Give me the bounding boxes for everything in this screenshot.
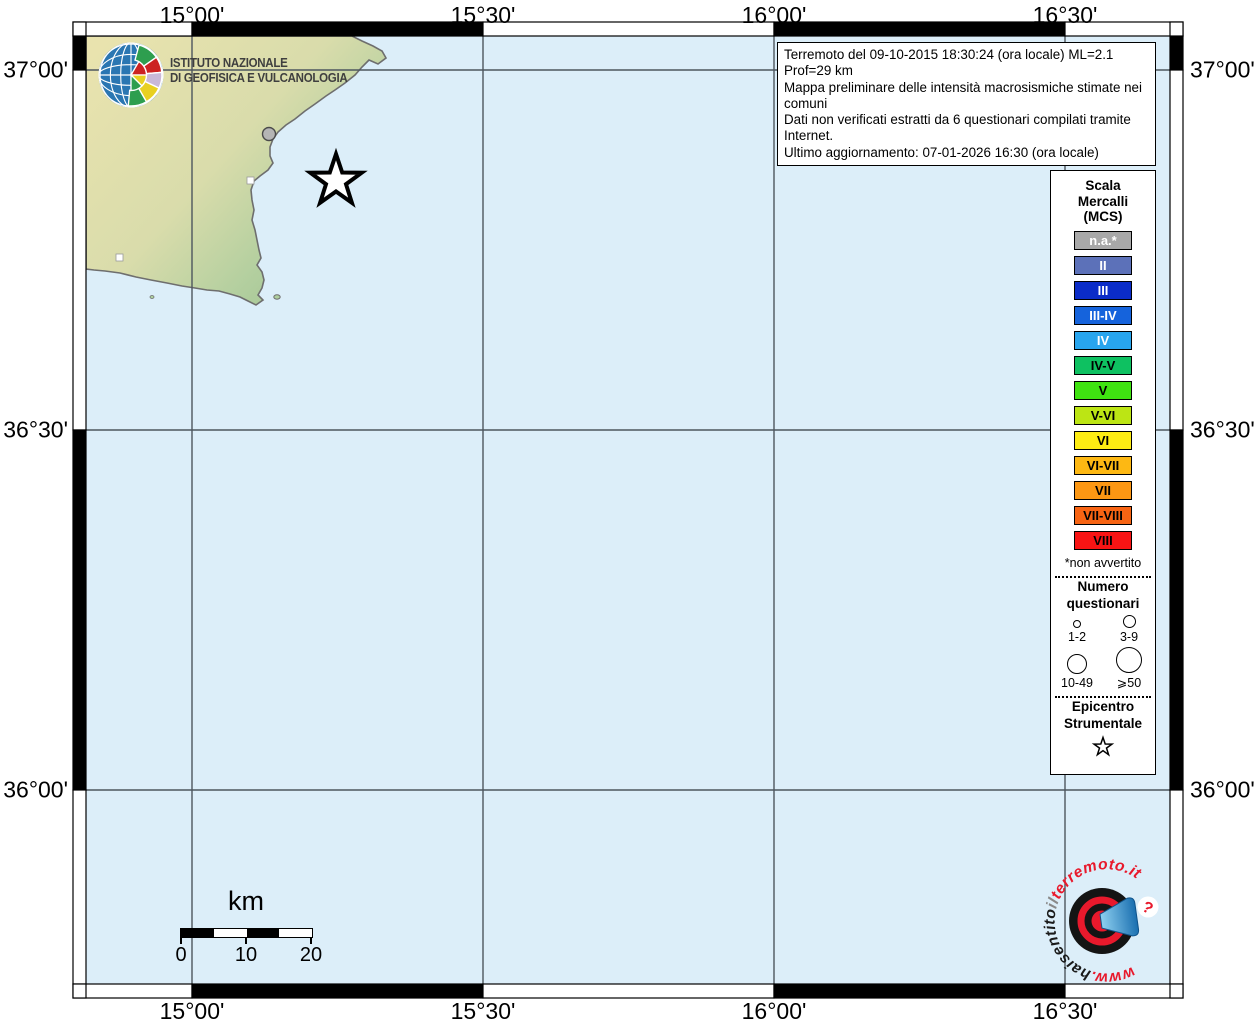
legend-intensity-chip: III-IV <box>1074 305 1132 325</box>
town-marker <box>115 253 124 262</box>
legend-intensity-chip: VII <box>1074 480 1132 500</box>
questionnaire-size-item: 3-9 <box>1103 614 1155 644</box>
chip-label: V <box>1098 382 1108 398</box>
scalebar-tick <box>310 937 312 944</box>
questionnaire-title-line: Numero <box>1077 578 1129 594</box>
scalebar-segment <box>213 929 247 937</box>
epicenter-title-line: Epicentro <box>1071 698 1135 714</box>
size-label: 3-9 <box>1119 629 1139 644</box>
chip-label: VIII <box>1093 532 1113 548</box>
legend-title-line: Mercalli <box>1077 193 1129 209</box>
scalebar-segment <box>279 929 312 937</box>
chip-label: IV <box>1096 332 1110 348</box>
epicenter-star-legend-icon <box>1091 734 1115 757</box>
chip-label: III-IV <box>1089 307 1117 323</box>
info-line-updated: Ultimo aggiornamento: 07-01-2026 16:30 (… <box>784 144 1099 160</box>
lat-label-right-2: 36°00' <box>1190 776 1254 803</box>
lon-label-top-1: 15°30' <box>450 2 516 28</box>
questionnaire-size-row: 1-2 3-9 <box>1051 614 1155 644</box>
size-circle-icon <box>1122 614 1136 628</box>
ingv-name-line1: ISTITUTO NAZIONALE <box>170 56 288 70</box>
scalebar-tick-label: 0 <box>175 944 187 966</box>
legend-intensity-chip: VI <box>1074 430 1132 450</box>
size-circle-icon <box>1067 653 1087 674</box>
legend-title: Scala Mercalli (MCS) <box>1051 178 1155 225</box>
questionnaire-size-item: ⩾50 <box>1103 646 1155 690</box>
legend-intensity-chip: V-VI <box>1074 405 1132 425</box>
chip-label: VI <box>1096 432 1110 448</box>
lat-label-right-1: 36°30' <box>1190 416 1254 443</box>
town-marker <box>246 176 255 185</box>
legend-title-line: Scala <box>1085 178 1121 193</box>
legend-intensity-chip: n.a.* <box>1074 230 1132 250</box>
info-line-map: Mappa preliminare delle intensità macros… <box>784 79 1142 111</box>
size-label: 1-2 <box>1067 629 1087 644</box>
lat-label-left-2: 36°00' <box>3 776 68 803</box>
islet <box>273 294 281 300</box>
lat-label-left-0: 37°00' <box>3 56 68 83</box>
chip-label: II <box>1099 257 1107 273</box>
legend-intensity-chip: II <box>1074 255 1132 275</box>
legend-intensity-chip: V <box>1074 380 1132 400</box>
islet-small <box>149 295 155 299</box>
lon-label-bottom-1: 15°30' <box>450 998 516 1024</box>
legend-intensity-chip: VIII <box>1074 530 1132 550</box>
info-line-data: Dati non verificati estratti da 6 questi… <box>784 112 1131 144</box>
lon-label-bottom-3: 16°30' <box>1032 998 1098 1024</box>
macroseismic-intensity-map-page: 15°00' 15°30' 16°00' 16°30' 15°00' 15°30… <box>0 0 1254 1024</box>
lat-label-right-0: 37°00' <box>1190 56 1254 83</box>
earthquake-info-box: Terremoto del 09-10-2015 18:30:24 (ora l… <box>777 42 1156 167</box>
chip-label: IV-V <box>1090 357 1116 373</box>
size-circle-icon <box>1116 646 1142 673</box>
legend-panel: Scala Mercalli (MCS) n.a.* II III III-IV… <box>1050 170 1156 775</box>
chip-label: V-VI <box>1090 407 1116 423</box>
questionnaire-size-item: 1-2 <box>1051 619 1103 644</box>
scalebar-tick-label: 20 <box>299 944 323 966</box>
info-line-event: Terremoto del 09-10-2015 18:30:24 (ora l… <box>784 47 1114 79</box>
epicenter-legend-title: Epicentro Strumentale <box>1051 698 1155 732</box>
lon-label-top-3: 16°30' <box>1032 2 1098 28</box>
legend-intensity-chip: IV <box>1074 330 1132 350</box>
scalebar-segment <box>246 929 280 937</box>
size-label: ⩾50 <box>1116 675 1142 690</box>
lon-label-bottom-0: 15°00' <box>159 998 225 1024</box>
chip-label: VII <box>1095 482 1111 498</box>
legend-intensity-chip: VII-VIII <box>1074 505 1132 525</box>
questionnaire-title-line: questionari <box>1066 595 1140 611</box>
legend-intensity-chip: III <box>1074 280 1132 300</box>
scalebar-tick-label: 10 <box>234 944 258 966</box>
legend-intensity-chip: VI-VII <box>1074 455 1132 475</box>
scalebar-segment <box>181 929 214 937</box>
legend-intensity-chip: IV-V <box>1074 355 1132 375</box>
questionnaire-size-row: 10-49 ⩾50 <box>1051 646 1155 690</box>
lon-label-top-0: 15°00' <box>159 2 225 28</box>
chip-label: VII-VIII <box>1083 507 1123 523</box>
haisentitoilterremoto-logo: ? www.haisentitoilterremoto.it <box>1042 856 1159 987</box>
legend-footnote: *non avvertito <box>1064 555 1142 570</box>
legend-title-line: (MCS) <box>1083 209 1123 224</box>
epicenter-title-line: Strumentale <box>1063 715 1143 731</box>
lon-label-top-2: 16°00' <box>741 2 807 28</box>
ingv-name-line2: DI GEOFISICA E VULCANOLOGIA <box>170 71 348 85</box>
ingv-logo-text: ISTITUTO NAZIONALE DI GEOFISICA E VULCAN… <box>170 56 348 86</box>
lat-label-left-1: 36°30' <box>3 416 68 443</box>
community-dot <box>261 126 277 142</box>
scalebar-tick <box>245 937 247 944</box>
ingv-globe-icon <box>98 42 164 108</box>
scalebar-unit-label: km <box>228 886 264 916</box>
chip-label: n.a.* <box>1089 232 1117 248</box>
url-www: www. <box>1088 963 1137 986</box>
lon-label-bottom-2: 16°00' <box>741 998 807 1024</box>
scalebar-tick <box>180 937 182 944</box>
size-label: 10-49 <box>1061 675 1093 690</box>
size-circle-icon <box>1073 619 1081 628</box>
questionnaire-size-item: 10-49 <box>1051 653 1103 690</box>
chip-label: VI-VII <box>1086 457 1120 473</box>
chip-label: III <box>1097 282 1109 298</box>
questionnaire-count-title: Numero questionari <box>1051 578 1155 612</box>
